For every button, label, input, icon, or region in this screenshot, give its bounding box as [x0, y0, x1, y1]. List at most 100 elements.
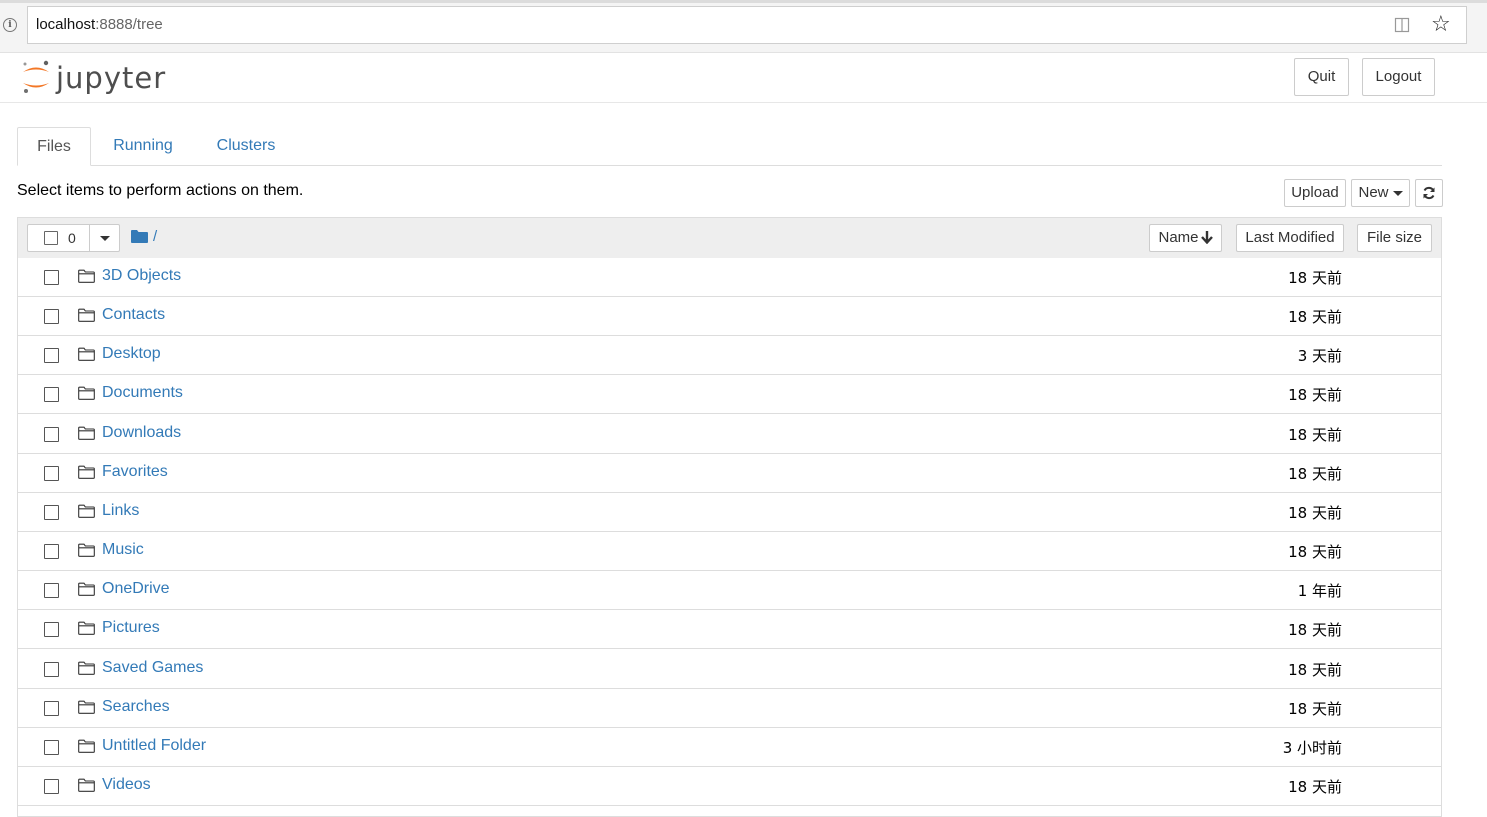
file-name-link[interactable]: Untitled Folder	[102, 737, 206, 755]
tab-clusters[interactable]: Clusters	[205, 127, 287, 165]
file-name-link[interactable]: Desktop	[102, 345, 161, 363]
browser-toolbar: i localhost:8888/tree ☆	[0, 0, 1487, 53]
last-modified: 1 年前	[1297, 582, 1342, 601]
last-modified: 18 天前	[1288, 308, 1342, 327]
select-menu-chevron-icon[interactable]	[100, 236, 110, 241]
tab-running[interactable]: Running	[101, 127, 185, 165]
file-name-link[interactable]: Pictures	[102, 619, 160, 637]
sort-by-size-button[interactable]: File size	[1357, 224, 1432, 252]
table-row[interactable]: Contacts 18 天前	[18, 297, 1441, 337]
last-modified: 18 天前	[1288, 464, 1342, 483]
table-row[interactable]: Untitled Folder 3 小时前	[18, 727, 1441, 767]
file-name-link[interactable]: Saved Games	[102, 659, 203, 677]
url-path: :8888/tree	[95, 16, 163, 33]
table-row[interactable]: Videos 18 天前	[18, 766, 1441, 806]
last-modified: 18 天前	[1288, 269, 1342, 287]
file-name-link[interactable]: Links	[102, 502, 139, 520]
row-checkbox[interactable]	[44, 544, 59, 560]
file-name-link[interactable]: Favorites	[102, 463, 168, 481]
folder-icon	[78, 661, 95, 675]
table-row[interactable]: 3D Objects 18 天前	[18, 258, 1441, 297]
file-name-link[interactable]: Music	[102, 541, 144, 559]
folder-icon	[78, 543, 95, 557]
table-row[interactable]: Saved Games 18 天前	[18, 649, 1441, 689]
selection-hint: Select items to perform actions on them.	[17, 182, 304, 199]
sort-name-label: Name	[1158, 229, 1199, 246]
table-row[interactable]: Music 18 天前	[18, 532, 1441, 572]
row-checkbox[interactable]	[44, 700, 59, 716]
refresh-button[interactable]	[1415, 179, 1443, 207]
file-name-link[interactable]: OneDrive	[102, 580, 170, 598]
last-modified: 18 天前	[1288, 425, 1342, 444]
logout-button[interactable]: Logout	[1362, 58, 1435, 96]
last-modified: 18 天前	[1288, 621, 1342, 640]
table-row[interactable]: OneDrive 1 年前	[18, 571, 1441, 611]
row-checkbox[interactable]	[44, 465, 59, 481]
selected-count: 0	[68, 230, 76, 246]
file-name-link[interactable]: Downloads	[102, 424, 181, 442]
select-all-checkbox[interactable]	[44, 231, 58, 245]
new-button-label: New	[1358, 184, 1389, 201]
refresh-icon	[1423, 186, 1435, 200]
table-row[interactable]: Documents 18 天前	[18, 375, 1441, 415]
folder-icon	[78, 778, 95, 792]
folder-icon	[78, 739, 95, 753]
quit-button[interactable]: Quit	[1294, 58, 1349, 96]
upload-button[interactable]: Upload	[1284, 179, 1346, 207]
site-info-icon[interactable]: i	[3, 18, 17, 32]
file-name-link[interactable]: Videos	[102, 776, 151, 794]
chevron-down-icon	[1392, 190, 1403, 196]
tab-bar: Files Running Clusters	[17, 127, 1442, 166]
table-row[interactable]: Favorites 18 天前	[18, 453, 1441, 493]
tab-files[interactable]: Files	[17, 127, 91, 166]
row-checkbox[interactable]	[44, 270, 59, 285]
file-name-link[interactable]: Searches	[102, 698, 170, 716]
select-all-group[interactable]: 0	[27, 224, 120, 252]
breadcrumb-root[interactable]: /	[153, 228, 157, 245]
table-row[interactable]: Pictures 18 天前	[18, 610, 1441, 650]
folder-icon	[78, 465, 95, 479]
folder-icon	[78, 269, 95, 283]
row-checkbox[interactable]	[44, 426, 59, 442]
table-row[interactable]: Downloads 18 天前	[18, 414, 1441, 454]
row-checkbox[interactable]	[44, 309, 59, 325]
table-row[interactable]: Searches 18 天前	[18, 688, 1441, 728]
row-checkbox[interactable]	[44, 739, 59, 755]
last-modified: 3 小时前	[1282, 738, 1342, 757]
reading-view-icon[interactable]	[1394, 17, 1410, 33]
folder-icon[interactable]	[131, 229, 148, 243]
row-checkbox[interactable]	[44, 387, 59, 403]
row-checkbox[interactable]	[44, 504, 59, 520]
folder-icon	[78, 504, 95, 518]
file-list: 0 / Name Last Modified File size 3D Obje…	[17, 217, 1442, 817]
table-row[interactable]: Desktop 3 天前	[18, 336, 1441, 376]
file-name-link[interactable]: Documents	[102, 384, 183, 402]
sort-by-name-button[interactable]: Name	[1149, 224, 1222, 252]
table-row[interactable]: Links 18 天前	[18, 492, 1441, 532]
row-checkbox[interactable]	[44, 661, 59, 677]
arrow-down-icon	[1200, 231, 1213, 244]
row-checkbox[interactable]	[44, 622, 59, 638]
sort-by-modified-button[interactable]: Last Modified	[1236, 224, 1344, 252]
row-checkbox[interactable]	[44, 778, 59, 794]
file-name-link[interactable]: Contacts	[102, 306, 165, 324]
url-text[interactable]: localhost:8888/tree	[36, 16, 163, 33]
file-name-link[interactable]: 3D Objects	[102, 267, 181, 285]
select-divider	[89, 225, 90, 251]
row-checkbox[interactable]	[44, 348, 59, 364]
file-list-header: 0 / Name Last Modified File size	[18, 218, 1441, 259]
jupyter-logo-icon	[23, 60, 49, 93]
folder-icon	[78, 700, 95, 714]
row-checkbox[interactable]	[44, 583, 59, 599]
folder-icon	[78, 347, 95, 362]
last-modified: 18 天前	[1288, 699, 1342, 718]
last-modified: 18 天前	[1288, 777, 1342, 796]
jupyter-header: jupyter Quit Logout	[0, 53, 1487, 103]
last-modified: 18 天前	[1288, 503, 1342, 522]
new-dropdown-button[interactable]: New	[1351, 179, 1410, 207]
last-modified: 3 天前	[1297, 347, 1342, 366]
folder-icon	[78, 426, 95, 440]
address-bar[interactable]: localhost:8888/tree ☆	[27, 6, 1467, 44]
jupyter-logo-text: jupyter	[56, 61, 167, 95]
favorite-star-icon[interactable]: ☆	[1431, 13, 1451, 37]
